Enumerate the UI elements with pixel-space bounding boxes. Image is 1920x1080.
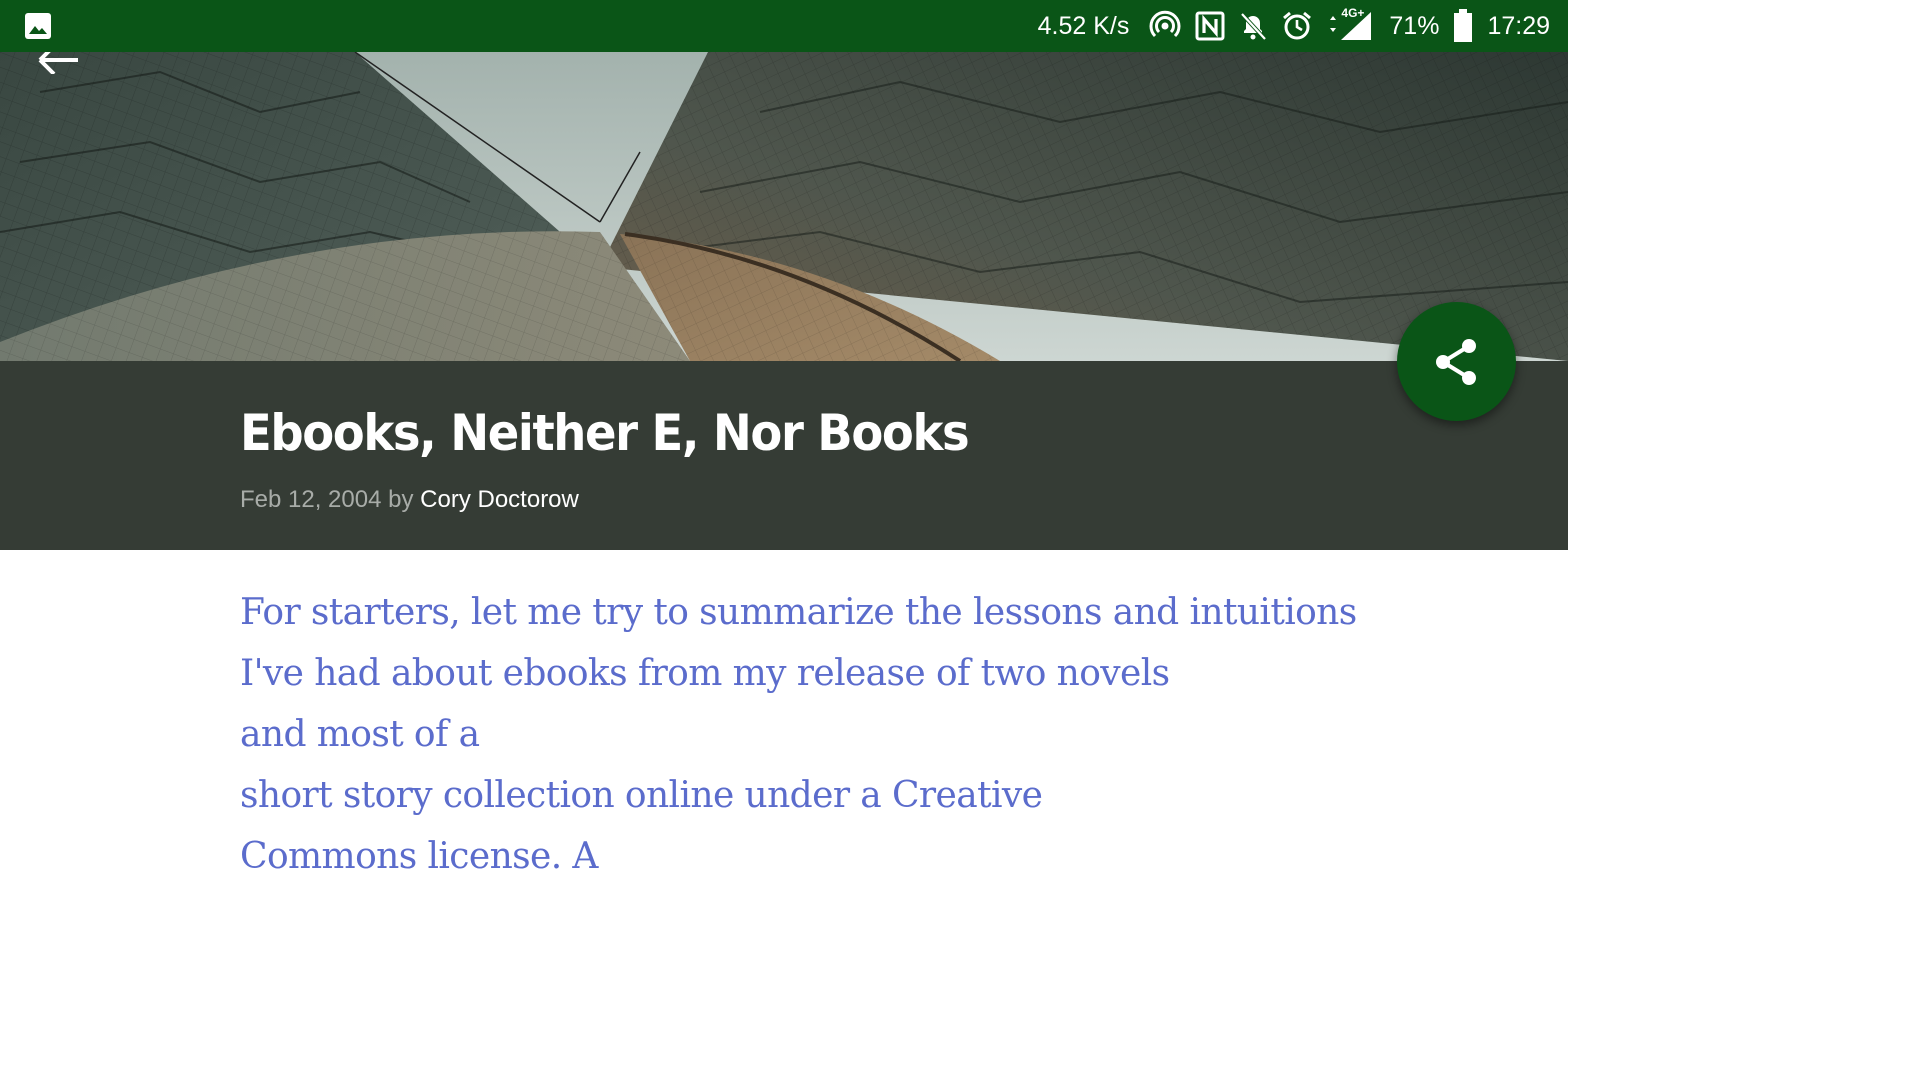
image-notification-icon — [24, 12, 52, 45]
share-button[interactable] — [1397, 302, 1516, 421]
share-icon — [1435, 338, 1476, 385]
net-speed: 4.52 K/s — [1037, 11, 1130, 40]
article-line: For starters, let me try to summarize th… — [240, 592, 1357, 633]
post-author[interactable]: Cory Doctorow — [420, 486, 579, 513]
article-line: I've had about ebooks from my release of… — [240, 653, 1170, 694]
notifications-off-icon — [1239, 11, 1267, 41]
article-line: and most of a — [240, 714, 480, 755]
status-bar: 4.52 K/s 4G+ 71% 17:29 — [0, 0, 1568, 52]
alarm-icon — [1281, 10, 1313, 42]
battery-percent: 71% — [1389, 11, 1440, 40]
hero-image — [0, 52, 1568, 361]
clock: 17:29 — [1487, 11, 1550, 40]
battery-icon — [1453, 9, 1473, 43]
status-icons: 4.52 K/s 4G+ 71% 17:29 — [1038, 0, 1550, 52]
article-line: Commons license. A — [240, 836, 598, 877]
back-arrow-icon[interactable] — [36, 52, 80, 79]
hotspot-icon — [1149, 10, 1181, 42]
network-type: 4G+ — [1341, 6, 1365, 20]
article-line: short story collection online under a Cr… — [240, 775, 1043, 816]
signal-icon: 4G+ — [1327, 6, 1375, 42]
post-by: by — [388, 486, 414, 513]
post-date: Feb 12, 2004 — [240, 486, 382, 513]
nfc-icon — [1195, 11, 1225, 41]
post-title: Ebooks, Neither E, Nor Books — [240, 404, 970, 462]
post-meta: Feb 12, 2004 by Cory Doctorow — [240, 486, 579, 514]
article-body: For starters, let me try to summarize th… — [240, 582, 1420, 887]
